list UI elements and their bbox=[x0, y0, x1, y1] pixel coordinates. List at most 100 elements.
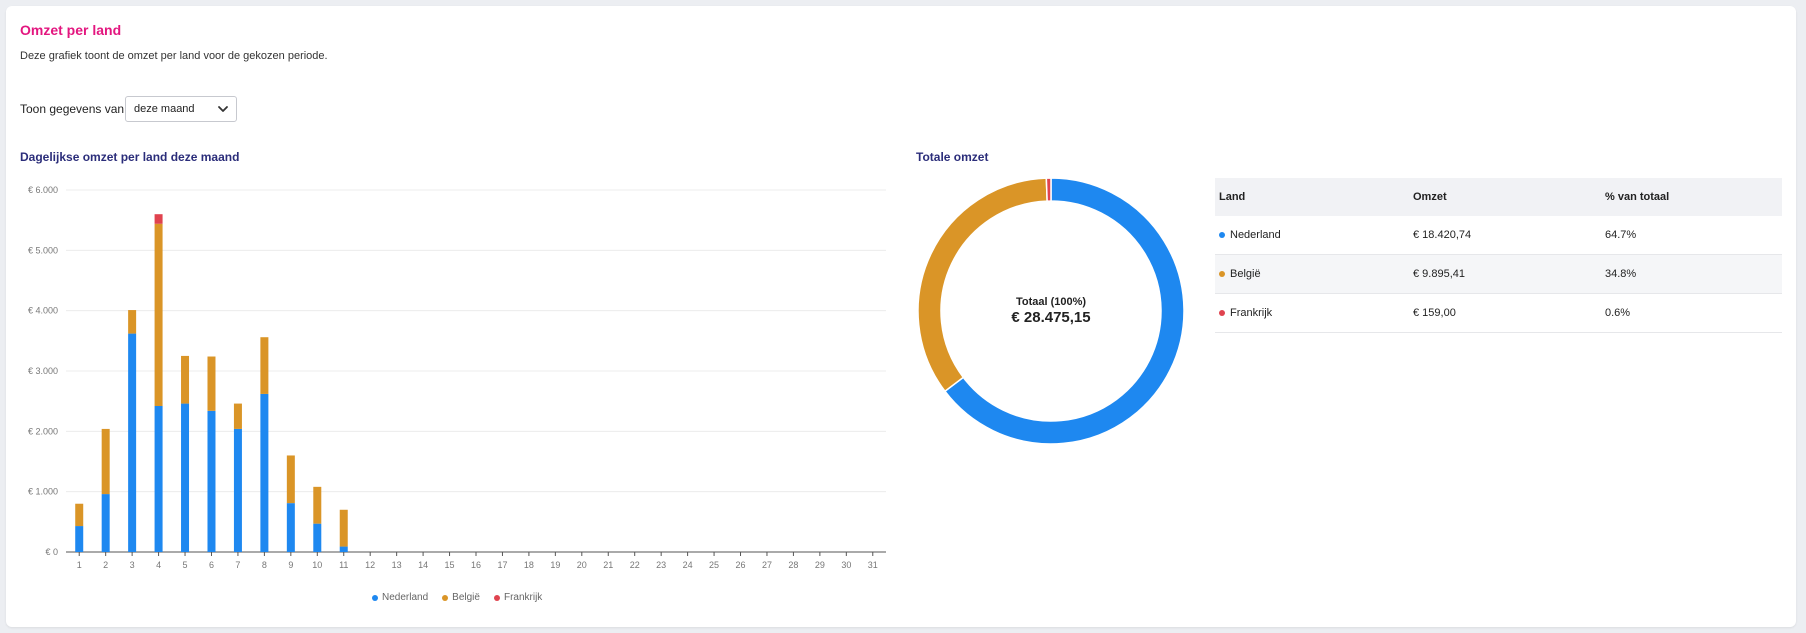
bar-segment-belgië bbox=[181, 355, 190, 404]
chevron-down-icon bbox=[218, 106, 228, 112]
revenue-table: Land Omzet % van totaal Nederland € 18.4… bbox=[1215, 178, 1782, 333]
y-tick-label: € 5.000 bbox=[28, 245, 58, 255]
x-tick-label: 17 bbox=[497, 560, 507, 570]
bar-segment-nederland bbox=[75, 526, 84, 552]
bar-segment-nederland bbox=[154, 405, 163, 552]
x-tick-label: 23 bbox=[656, 560, 666, 570]
legend-label: België bbox=[452, 592, 480, 603]
bar-segment-belgië bbox=[101, 428, 110, 495]
bar-segment-belgië bbox=[313, 486, 322, 524]
card-title: Omzet per land bbox=[20, 22, 122, 38]
donut-center-label: Totaal (100%) bbox=[1015, 296, 1087, 308]
x-tick-label: 28 bbox=[788, 560, 798, 570]
bar-segment-nederland bbox=[181, 403, 190, 552]
bar-segment-belgië bbox=[128, 310, 137, 334]
x-tick-label: 14 bbox=[418, 560, 428, 570]
y-tick-label: € 6.000 bbox=[28, 185, 58, 195]
country-name: Frankrijk bbox=[1230, 307, 1273, 319]
country-name: België bbox=[1230, 268, 1261, 280]
cell-percent: 0.6% bbox=[1601, 293, 1782, 333]
donut-center-value: € 28.475,15 bbox=[1011, 309, 1091, 326]
x-tick-label: 12 bbox=[365, 560, 375, 570]
bar-segment-belgië bbox=[207, 356, 216, 411]
x-tick-label: 8 bbox=[262, 560, 267, 570]
cell-amount: € 18.420,74 bbox=[1409, 216, 1601, 255]
legend-label: Frankrijk bbox=[503, 592, 543, 603]
column-header-percent[interactable]: % van totaal bbox=[1601, 178, 1782, 216]
y-tick-label: € 3.000 bbox=[28, 366, 58, 376]
x-tick-label: 10 bbox=[312, 560, 322, 570]
legend-item-belgie[interactable]: België bbox=[442, 592, 480, 603]
table-header-row: Land Omzet % van totaal bbox=[1215, 178, 1782, 216]
table-row: Nederland € 18.420,74 64.7% bbox=[1215, 216, 1782, 255]
bar-segment-nederland bbox=[260, 393, 269, 552]
y-tick-label: € 4.000 bbox=[28, 306, 58, 316]
x-tick-label: 29 bbox=[815, 560, 825, 570]
x-tick-label: 19 bbox=[550, 560, 560, 570]
period-select[interactable]: deze maand bbox=[125, 96, 237, 122]
column-header-amount[interactable]: Omzet bbox=[1409, 178, 1601, 216]
cell-amount: € 9.895,41 bbox=[1409, 254, 1601, 294]
bar-segment-nederland bbox=[286, 503, 295, 552]
bar-segment-nederland bbox=[128, 333, 137, 552]
cell-country: Frankrijk bbox=[1215, 293, 1409, 333]
donut-chart-title: Totale omzet bbox=[916, 150, 989, 164]
legend-item-nederland[interactable]: Nederland bbox=[372, 592, 428, 603]
donut-slice-belgië[interactable] bbox=[917, 177, 1048, 393]
x-tick-label: 24 bbox=[683, 560, 693, 570]
bar-segment-nederland bbox=[233, 428, 242, 552]
x-tick-label: 5 bbox=[183, 560, 188, 570]
country-name: Nederland bbox=[1230, 229, 1281, 241]
y-tick-label: € 1.000 bbox=[28, 487, 58, 497]
bar-segment-nederland bbox=[101, 494, 110, 552]
daily-revenue-bar-chart: € 0 € 1.000 € 2.000 € 3.000 € 4.000 € 5.000 € … bbox=[28, 185, 886, 570]
x-tick-label: 30 bbox=[841, 560, 851, 570]
cell-amount: € 159,00 bbox=[1409, 293, 1601, 333]
legend-dot bbox=[442, 594, 449, 601]
bar-segment-frankrijk bbox=[154, 214, 163, 224]
donut-slice-frankrijk[interactable] bbox=[1045, 177, 1052, 202]
x-tick-label: 6 bbox=[209, 560, 214, 570]
x-tick-label: 26 bbox=[736, 560, 746, 570]
bar-chart-title: Dagelijkse omzet per land deze maand bbox=[20, 150, 240, 164]
x-tick-label: 18 bbox=[524, 560, 534, 570]
table-row: Frankrijk € 159,00 0.6% bbox=[1215, 293, 1782, 333]
cell-country: België bbox=[1215, 254, 1409, 294]
x-tick-label: 16 bbox=[471, 560, 481, 570]
bar-segment-belgië bbox=[75, 503, 84, 527]
x-tick-label: 3 bbox=[130, 560, 135, 570]
legend-item-frankrijk[interactable]: Frankrijk bbox=[493, 592, 543, 603]
x-tick-label: 7 bbox=[235, 560, 240, 570]
x-tick-label: 4 bbox=[156, 560, 161, 570]
cell-percent: 64.7% bbox=[1601, 216, 1782, 255]
bar-segment-belgië bbox=[233, 403, 242, 429]
x-tick-label: 25 bbox=[709, 560, 719, 570]
column-header-country[interactable]: Land bbox=[1215, 178, 1409, 216]
country-color-dot bbox=[1219, 310, 1225, 316]
x-tick-label: 15 bbox=[445, 560, 455, 570]
x-tick-label: 11 bbox=[339, 560, 348, 570]
x-tick-label: 9 bbox=[288, 560, 293, 570]
country-color-dot bbox=[1219, 232, 1225, 238]
card-description: Deze grafiek toont de omzet per land voo… bbox=[20, 50, 328, 62]
x-tick-label: 22 bbox=[630, 560, 640, 570]
y-tick-label: € 0 bbox=[45, 547, 58, 557]
legend-dot bbox=[493, 594, 500, 601]
legend-dot bbox=[372, 594, 378, 601]
bar-segment-nederland bbox=[313, 523, 322, 552]
x-tick-label: 31 bbox=[868, 560, 878, 570]
bar-chart-legend: Nederland België Frankrijk bbox=[372, 592, 542, 603]
cell-country: Nederland bbox=[1215, 216, 1409, 255]
legend-label: Nederland bbox=[382, 592, 429, 603]
x-tick-label: 27 bbox=[762, 560, 772, 570]
x-tick-label: 13 bbox=[392, 560, 402, 570]
x-tick-label: 20 bbox=[577, 560, 587, 570]
cell-percent: 34.8% bbox=[1601, 254, 1782, 294]
bar-segment-belgië bbox=[286, 455, 295, 504]
bar-segment-nederland bbox=[207, 410, 216, 552]
bar-segment-belgië bbox=[260, 337, 269, 394]
x-tick-label: 21 bbox=[603, 560, 613, 570]
y-tick-label: € 2.000 bbox=[28, 426, 58, 436]
bar-segment-belgië bbox=[339, 509, 348, 547]
period-select-value: deze maand bbox=[134, 103, 195, 115]
